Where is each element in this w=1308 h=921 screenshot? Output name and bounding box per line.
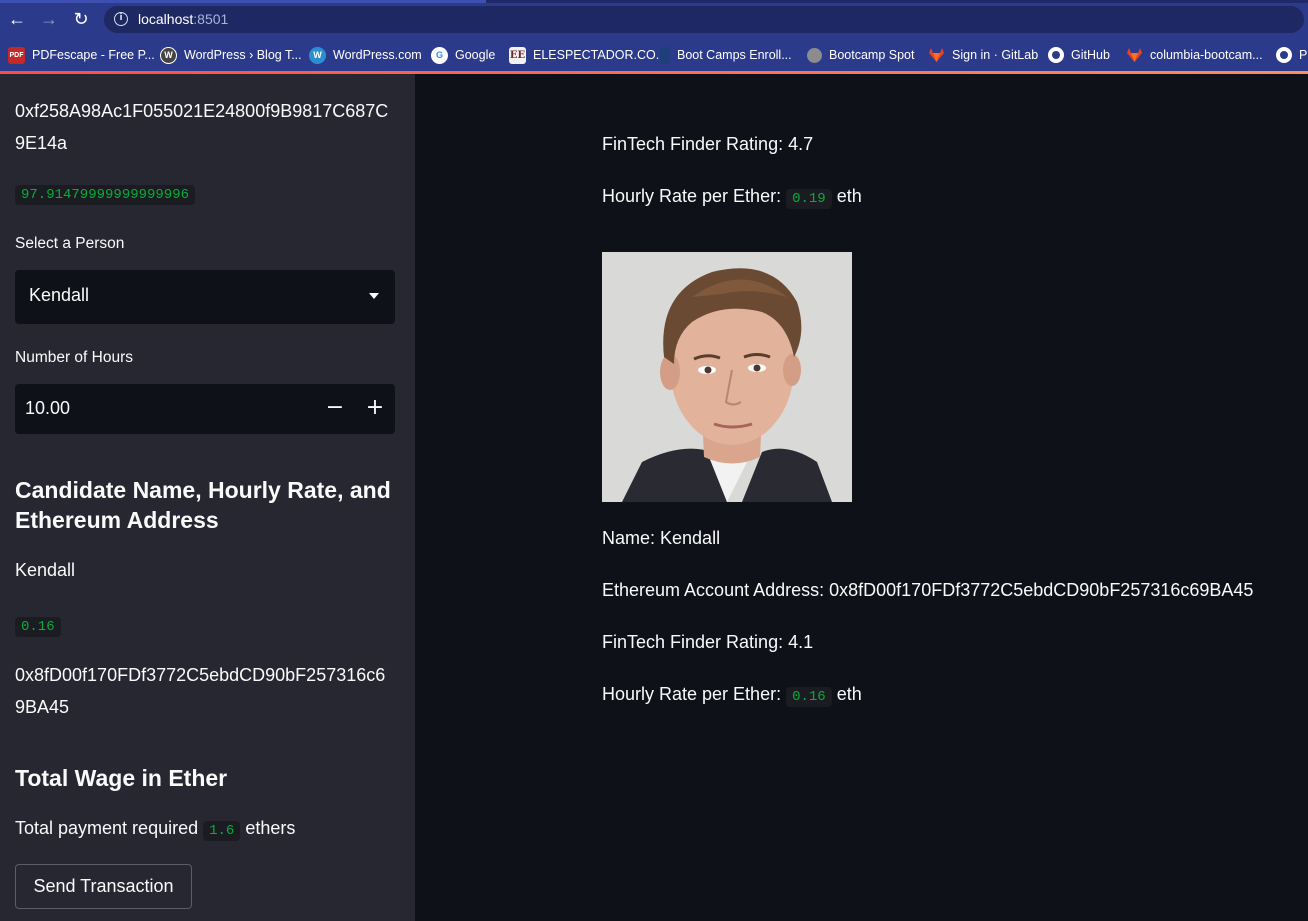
address-bar[interactable]: i localhost:8501 <box>104 6 1304 33</box>
bookmark-columbia-bootcamp[interactable]: columbia-bootcam... <box>1126 39 1263 71</box>
google-icon: G <box>431 46 448 64</box>
candidate-rate-wrap: 0.16 <box>15 612 61 639</box>
bookmark-label: Google <box>455 48 496 62</box>
url-port: :8501 <box>193 11 229 27</box>
candidate-rating-line: FinTech Finder Rating: 4.1 <box>602 632 814 652</box>
back-arrow-icon[interactable]: ← <box>7 9 27 29</box>
account-balance-wrap: 97.91479999999999996 <box>15 180 196 207</box>
select-person-label: Select a Person <box>15 235 125 252</box>
previous-rating: FinTech Finder Rating: 4.7 <box>602 134 814 154</box>
chevron-down-icon[interactable] <box>369 293 379 299</box>
previous-hourly-rate: Hourly Rate per Ether: 0.19 eth <box>602 182 862 213</box>
elespectador-icon: EE <box>509 46 526 64</box>
github-icon <box>1048 47 1064 63</box>
bookmark-gitlab[interactable]: Sign in · GitLab <box>928 39 1038 71</box>
rate-suffix: eth <box>836 684 862 704</box>
candidate-name: Kendall <box>15 560 76 580</box>
rate-prefix: Hourly Rate per Ether: <box>602 684 782 704</box>
bookmark-boot-camps[interactable]: Boot Camps Enroll... <box>660 39 792 71</box>
candidate-hourly-rate: Hourly Rate per Ether: 0.16 eth <box>602 680 862 711</box>
previous-rate-prefix: Hourly Rate per Ether: <box>602 186 782 206</box>
bookmark-label: P <box>1299 48 1308 62</box>
bookmark-pdfescape[interactable]: PDF PDFescape - Free P... <box>8 39 155 71</box>
total-payment-prefix: Total payment required <box>15 818 199 838</box>
bookmark-label: Bootcamp Spot <box>829 48 915 62</box>
bookmark-label: Boot Camps Enroll... <box>677 48 792 62</box>
gitlab-icon <box>928 47 945 64</box>
bookmark-label: Sign in · GitLab <box>952 48 1039 62</box>
account-address: 0xf258A98Ac1F055021E24800f9B9817C687C9E1… <box>15 101 389 153</box>
decrement-button[interactable]: − <box>315 384 355 434</box>
active-tab-indicator[interactable] <box>0 0 486 3</box>
bookmark-label: PDFescape - Free P... <box>32 48 155 62</box>
bookmark-label: WordPress.com <box>333 48 422 62</box>
wordpress-icon: W <box>160 46 177 64</box>
forward-arrow-icon[interactable]: → <box>39 9 59 29</box>
candidate-name-line: Name: Kendall <box>602 528 721 548</box>
gitlab-icon <box>1126 47 1143 64</box>
candidate-address: 0x8fD00f170FDf3772C5ebdCD90bF257316c69BA… <box>15 665 386 717</box>
bookmark-label: columbia-bootcam... <box>1150 48 1263 62</box>
bookmark-elespectador[interactable]: EE ELESPECTADOR.CO... <box>509 39 666 71</box>
person-select-value: Kendall <box>29 285 90 305</box>
send-transaction-button[interactable]: Send Transaction <box>15 864 192 909</box>
url-host: localhost <box>138 11 194 27</box>
bookmark-label: GitHub <box>1071 48 1110 62</box>
sidebar: 0xf258A98Ac1F055021E24800f9B9817C687C9E1… <box>0 74 415 921</box>
github-icon <box>1276 47 1292 63</box>
browser-toolbar: ← → ↻ i localhost:8501 <box>0 0 1308 39</box>
reload-icon[interactable]: ↻ <box>71 9 91 29</box>
previous-rate-suffix: eth <box>836 186 862 206</box>
increment-button[interactable]: + <box>355 384 395 434</box>
candidate-photo <box>602 252 852 502</box>
info-icon[interactable]: i <box>114 12 128 26</box>
candidate-rate: 0.16 <box>15 617 61 637</box>
bookmark-wordpress-blog[interactable]: W WordPress › Blog T... <box>160 39 302 71</box>
bookmark-bootcamp-spot[interactable]: Bootcamp Spot <box>807 39 914 71</box>
total-payment-line: Total payment required 1.6 ethers <box>15 812 295 847</box>
bookmark-label: ELESPECTADOR.CO... <box>533 48 667 62</box>
tab-strip <box>0 0 1308 3</box>
total-wage-heading: Total Wage in Ether <box>15 765 228 791</box>
bookmark-label: WordPress › Blog T... <box>184 48 302 62</box>
person-select[interactable]: Kendall <box>15 270 395 324</box>
hours-input[interactable]: 10.00 <box>25 398 70 419</box>
wordpress-com-icon: W <box>309 46 326 64</box>
bootcamp-icon <box>660 46 670 64</box>
pdf-icon: PDF <box>8 46 25 64</box>
candidate-heading: Candidate Name, Hourly Rate, and Ethereu… <box>15 477 391 533</box>
candidate-address-line: Ethereum Account Address: 0x8fD00f170FDf… <box>602 580 1254 600</box>
rate-value: 0.16 <box>786 687 832 707</box>
bookmark-github[interactable]: GitHub <box>1048 39 1110 71</box>
hours-stepper[interactable]: 10.00 − + <box>15 384 395 434</box>
url-text[interactable]: localhost:8501 <box>138 11 228 27</box>
bookmark-wordpress-com[interactable]: W WordPress.com <box>309 39 422 71</box>
bookmarks-bar: PDF PDFescape - Free P... W WordPress › … <box>0 39 1308 71</box>
bookmark-github-overflow[interactable]: P <box>1276 39 1307 71</box>
previous-rate-value: 0.19 <box>786 189 832 209</box>
account-balance: 97.91479999999999996 <box>15 185 196 205</box>
total-payment-suffix: ethers <box>245 818 296 838</box>
total-payment-value: 1.6 <box>203 821 241 841</box>
hours-label: Number of Hours <box>15 349 134 366</box>
globe-icon <box>807 47 822 63</box>
bookmark-google[interactable]: G Google <box>431 39 495 71</box>
